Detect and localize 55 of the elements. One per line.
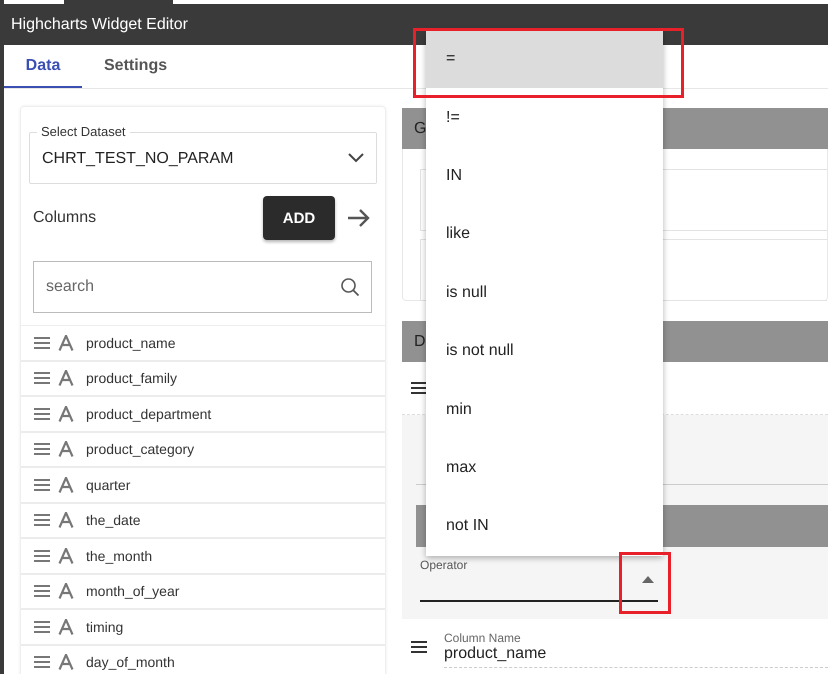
caret-up-icon[interactable] <box>642 576 654 583</box>
highlight-frame <box>619 552 671 614</box>
menu-item[interactable]: max <box>426 438 663 498</box>
section-title: G <box>414 120 426 138</box>
column-item[interactable]: the_date <box>21 504 385 539</box>
search-field[interactable]: search <box>33 261 372 313</box>
search-icon[interactable] <box>340 277 360 297</box>
drag-handle-icon[interactable] <box>410 380 428 396</box>
text-type-icon <box>58 512 74 528</box>
tab[interactable]: Settings <box>82 45 190 88</box>
drag-handle-icon[interactable] <box>33 618 51 635</box>
text-type-icon <box>58 654 74 670</box>
column-item[interactable]: product_department <box>21 397 385 432</box>
drag-handle-icon[interactable] <box>410 639 428 655</box>
arrow-right-icon[interactable] <box>347 208 371 228</box>
drag-handle-icon[interactable] <box>33 512 51 528</box>
column-item[interactable]: quarter <box>21 468 385 504</box>
menu-item[interactable]: like <box>426 205 663 264</box>
menu-item[interactable]: = <box>426 30 663 88</box>
chevron-down-icon <box>348 153 364 163</box>
menu-item[interactable]: is null <box>426 264 663 322</box>
menu-item[interactable]: min <box>426 380 663 439</box>
text-type-icon <box>58 548 74 564</box>
text-type-icon <box>58 441 74 458</box>
add-button[interactable]: ADD <box>263 196 335 240</box>
drag-handle-icon[interactable] <box>33 334 51 351</box>
text-type-icon <box>58 370 74 386</box>
menu-item[interactable]: is not null <box>426 322 663 380</box>
drag-handle-icon[interactable] <box>33 441 51 458</box>
tab[interactable]: Data <box>4 45 82 88</box>
drag-handle-icon[interactable] <box>33 548 51 564</box>
text-type-icon <box>58 618 74 635</box>
text-type-icon <box>58 476 74 493</box>
menu-item[interactable]: IN <box>426 146 663 206</box>
column-item[interactable]: month_of_year <box>21 574 385 610</box>
column-item[interactable]: product_name <box>21 326 385 362</box>
text-type-icon <box>58 583 74 600</box>
window-title: Highcharts Widget Editor <box>11 16 188 34</box>
column-name-field[interactable]: Column Name product_name <box>444 631 828 668</box>
drag-handle-icon[interactable] <box>33 654 51 670</box>
drag-handle-icon[interactable] <box>33 406 51 422</box>
column-item[interactable]: product_family <box>21 362 385 397</box>
drag-handle-icon[interactable] <box>33 476 51 493</box>
drag-handle-icon[interactable] <box>33 583 51 600</box>
column-item[interactable]: product_category <box>21 432 385 468</box>
section-title: D <box>414 332 426 350</box>
menu-item[interactable]: not IN <box>426 497 663 556</box>
menu-item[interactable]: != <box>426 88 663 147</box>
text-type-icon <box>58 334 74 351</box>
text-type-icon <box>58 406 74 422</box>
column-item[interactable]: day_of_month <box>21 646 385 674</box>
columns-label: Columns <box>33 209 98 227</box>
column-item[interactable]: the_month <box>21 539 385 574</box>
drag-handle-icon[interactable] <box>33 370 51 386</box>
column-item[interactable]: timing <box>21 610 385 646</box>
